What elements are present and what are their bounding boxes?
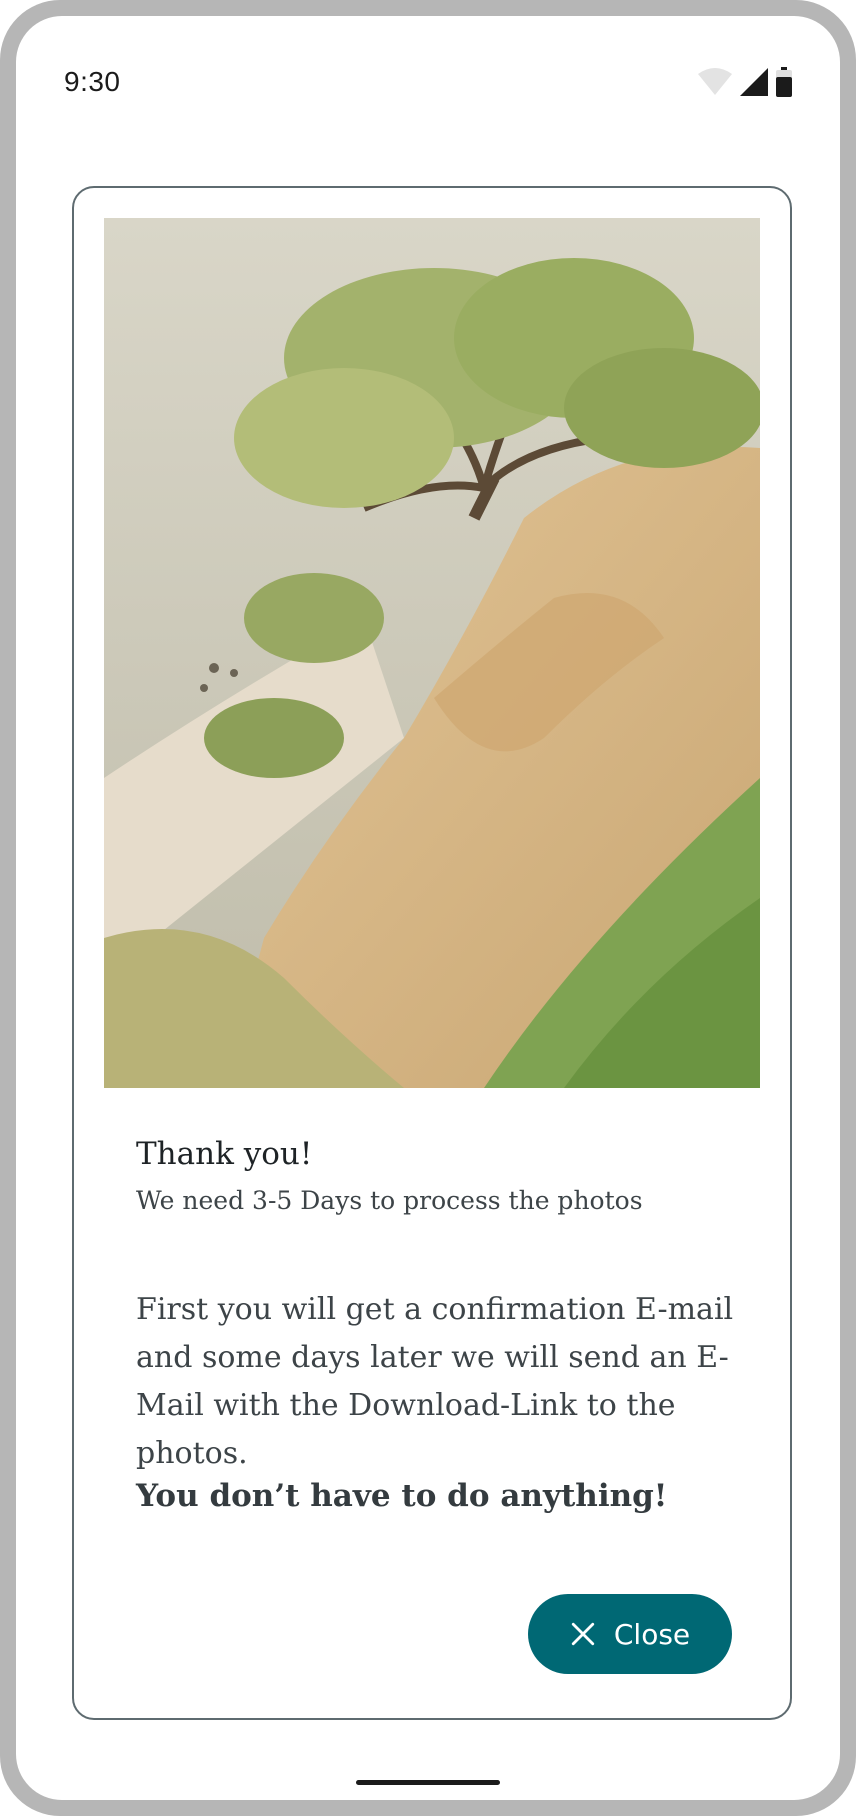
status-icons xyxy=(698,66,792,102)
home-indicator[interactable] xyxy=(356,1780,500,1785)
dialog-card: Thank you! We need 3-5 Days to process t… xyxy=(72,186,792,1720)
dialog-subtitle: We need 3-5 Days to process the photos xyxy=(136,1186,643,1215)
signal-icon xyxy=(740,67,768,101)
device-frame: 9:30 Thank you! We need 3-5 Days to proc… xyxy=(0,0,856,1816)
screen: 9:30 Thank you! We need 3-5 Days to proc… xyxy=(16,16,840,1800)
battery-icon xyxy=(776,66,792,102)
dialog-emphasis: You don’t have to do anything! xyxy=(136,1478,668,1514)
wifi-icon xyxy=(698,67,732,101)
status-time: 9:30 xyxy=(64,66,121,97)
dialog-title: Thank you! xyxy=(136,1136,313,1172)
close-button-label: Close xyxy=(613,1617,691,1651)
coastal-cliff-photo xyxy=(104,218,760,1088)
close-icon xyxy=(571,1622,595,1646)
dialog-body: First you will get a confirmation E-mail… xyxy=(136,1292,734,1471)
close-button[interactable]: Close xyxy=(528,1594,732,1674)
